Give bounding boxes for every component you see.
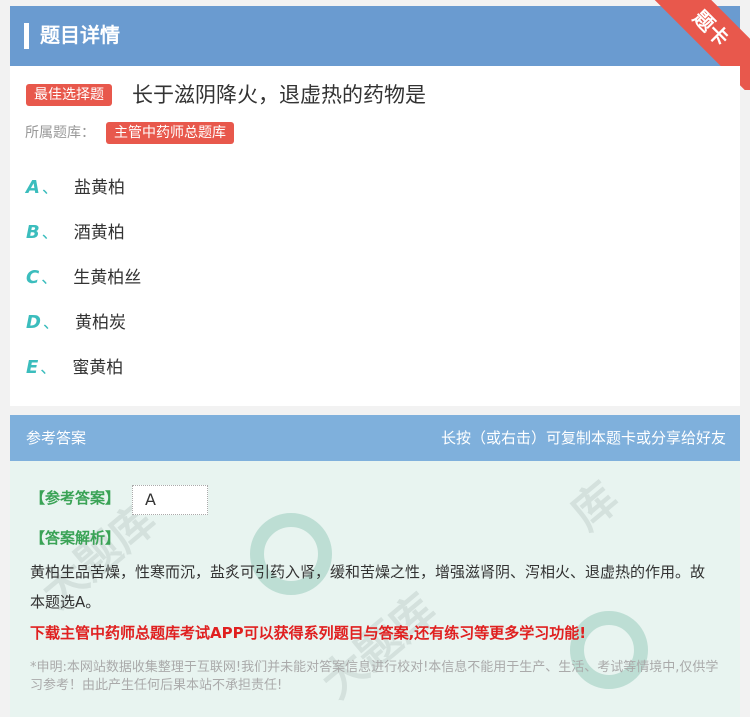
option-e[interactable]: E、蜜黄柏: [26, 354, 123, 382]
option-separator: 、: [40, 358, 57, 377]
answer-value: A: [132, 485, 208, 515]
source-label: 所属题库：: [25, 125, 95, 141]
disclaimer-text: *申明:本网站数据收集整理于互联网!我们并未能对答案信息进行校对!本信息不能用于…: [30, 660, 719, 693]
analysis-label: 【答案解析】: [30, 529, 121, 547]
source-bank-tag[interactable]: 主管中药师总题库: [106, 122, 234, 144]
title-accent-bar: [24, 23, 29, 49]
page-title: 题目详情: [40, 23, 120, 47]
option-text: 酒黄柏: [73, 223, 125, 243]
option-letter: B: [26, 222, 40, 243]
option-letter: A: [26, 177, 40, 198]
option-letter: C: [26, 267, 40, 288]
answer-header-bar: 参考答案 长按（或右击）可复制本题卡或分享给好友: [10, 415, 740, 461]
option-letter: D: [26, 312, 41, 333]
option-text: 盐黄柏: [73, 178, 125, 198]
option-text: 生黄柏丝: [73, 268, 142, 288]
option-c[interactable]: C、生黄柏丝: [26, 264, 141, 292]
answer-label: 【参考答案】: [30, 489, 121, 507]
answer-header-label: 参考答案: [26, 429, 87, 447]
option-separator: 、: [41, 223, 58, 242]
option-d[interactable]: D、黄柏炭: [26, 309, 126, 337]
option-separator: 、: [42, 313, 59, 332]
option-b[interactable]: B、酒黄柏: [26, 219, 125, 247]
header-bar: 题目详情: [10, 6, 740, 66]
answer-card: 大题库 大题库 库 【参考答案】 A 【答案解析】 黄柏生品苦燥，性寒而沉，盐炙…: [10, 461, 740, 717]
option-text: 黄柏炭: [74, 313, 126, 333]
option-text: 蜜黄柏: [72, 358, 124, 378]
question-title: 长于滋阴降火，退虚热的药物是: [132, 83, 426, 107]
analysis-text: 黄柏生品苦燥，性寒而沉，盐炙可引药入肾，缓和苦燥之性，增强滋肾阴、泻相火、退虚热…: [30, 563, 706, 611]
option-separator: 、: [41, 178, 58, 197]
share-hint: 长按（或右击）可复制本题卡或分享给好友: [440, 429, 726, 447]
question-type-badge: 最佳选择题: [26, 84, 112, 106]
watermark-text: 库: [561, 472, 629, 541]
option-a[interactable]: A、盐黄柏: [26, 174, 125, 202]
question-card: 最佳选择题 长于滋阴降火，退虚热的药物是 所属题库： 主管中药师总题库 A、盐黄…: [10, 66, 740, 406]
option-letter: E: [26, 357, 39, 378]
option-separator: 、: [41, 268, 58, 287]
app-promo-link[interactable]: 下载主管中药师总题库考试APP可以获得系列题目与答案,还有练习等更多学习功能!: [30, 621, 586, 645]
